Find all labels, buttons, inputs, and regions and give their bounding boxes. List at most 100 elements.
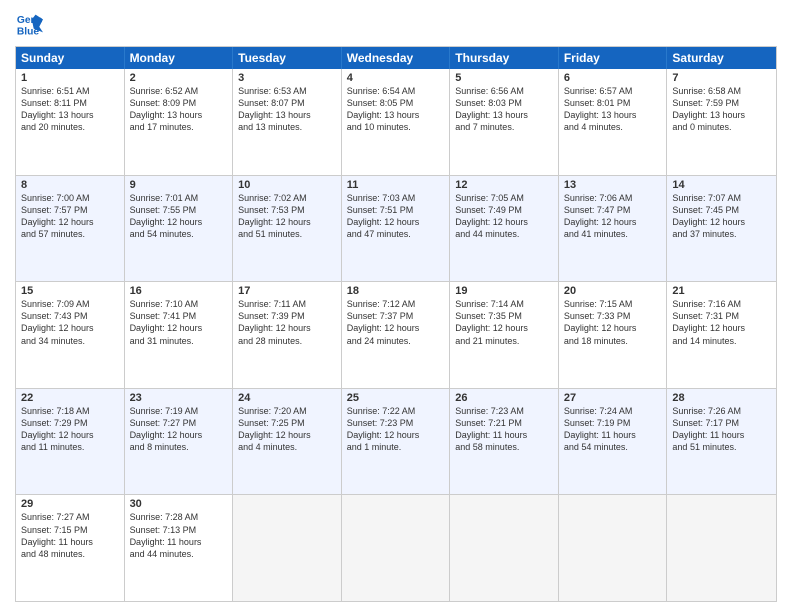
day-number: 19 [455,285,553,297]
cell-line: and 41 minutes. [564,228,662,240]
cell-line: Daylight: 11 hours [455,429,553,441]
cell-line: Sunset: 7:59 PM [672,97,771,109]
day-number: 1 [21,72,119,84]
calendar-cell: 5Sunrise: 6:56 AMSunset: 8:03 PMDaylight… [450,69,559,175]
day-number: 23 [130,392,228,404]
cell-line: Sunrise: 7:27 AM [21,511,119,523]
cell-line: Sunset: 7:41 PM [130,310,228,322]
calendar-cell: 8Sunrise: 7:00 AMSunset: 7:57 PMDaylight… [16,176,125,282]
cell-line: Daylight: 12 hours [564,216,662,228]
cell-line: and 20 minutes. [21,121,119,133]
calendar-cell: 3Sunrise: 6:53 AMSunset: 8:07 PMDaylight… [233,69,342,175]
day-number: 27 [564,392,662,404]
cell-line: Sunset: 7:55 PM [130,204,228,216]
cell-line: and 10 minutes. [347,121,445,133]
cell-line: Daylight: 12 hours [455,216,553,228]
cell-line: Sunrise: 7:18 AM [21,405,119,417]
day-number: 25 [347,392,445,404]
calendar-cell: 11Sunrise: 7:03 AMSunset: 7:51 PMDayligh… [342,176,451,282]
cell-line: Daylight: 12 hours [130,216,228,228]
cell-line: Daylight: 11 hours [672,429,771,441]
cell-line: and 57 minutes. [21,228,119,240]
calendar-cell: 19Sunrise: 7:14 AMSunset: 7:35 PMDayligh… [450,282,559,388]
cell-line: Daylight: 11 hours [21,536,119,548]
cell-line: and 58 minutes. [455,441,553,453]
cell-line: Sunrise: 7:01 AM [130,192,228,204]
cell-line: Sunset: 7:21 PM [455,417,553,429]
cell-line: Daylight: 12 hours [130,429,228,441]
calendar-header: SundayMondayTuesdayWednesdayThursdayFrid… [16,47,776,69]
cell-line: Sunset: 7:37 PM [347,310,445,322]
cell-line: Sunset: 7:45 PM [672,204,771,216]
day-number: 21 [672,285,771,297]
calendar-cell: 9Sunrise: 7:01 AMSunset: 7:55 PMDaylight… [125,176,234,282]
cell-line: and 11 minutes. [21,441,119,453]
cell-line: Sunset: 8:03 PM [455,97,553,109]
calendar-cell: 4Sunrise: 6:54 AMSunset: 8:05 PMDaylight… [342,69,451,175]
day-number: 14 [672,179,771,191]
cell-line: Sunset: 7:53 PM [238,204,336,216]
calendar-row: 22Sunrise: 7:18 AMSunset: 7:29 PMDayligh… [16,389,776,496]
cell-line: Daylight: 12 hours [21,322,119,334]
calendar-cell [559,495,668,601]
cell-line: and 4 minutes. [238,441,336,453]
cell-line: Sunrise: 6:54 AM [347,85,445,97]
day-number: 6 [564,72,662,84]
cell-line: and 51 minutes. [672,441,771,453]
cell-line: Sunset: 7:47 PM [564,204,662,216]
day-number: 4 [347,72,445,84]
calendar-cell: 2Sunrise: 6:52 AMSunset: 8:09 PMDaylight… [125,69,234,175]
cell-line: Sunset: 8:11 PM [21,97,119,109]
cell-line: and 44 minutes. [130,548,228,560]
calendar-cell: 13Sunrise: 7:06 AMSunset: 7:47 PMDayligh… [559,176,668,282]
calendar-row: 29Sunrise: 7:27 AMSunset: 7:15 PMDayligh… [16,495,776,601]
calendar-cell [342,495,451,601]
cell-line: Sunset: 7:17 PM [672,417,771,429]
cell-line: Daylight: 13 hours [130,109,228,121]
cell-line: Sunrise: 7:15 AM [564,298,662,310]
calendar-cell [667,495,776,601]
day-number: 2 [130,72,228,84]
cell-line: Sunrise: 7:07 AM [672,192,771,204]
cell-line: Sunrise: 7:23 AM [455,405,553,417]
calendar-cell: 23Sunrise: 7:19 AMSunset: 7:27 PMDayligh… [125,389,234,495]
day-number: 10 [238,179,336,191]
cell-line: and 54 minutes. [564,441,662,453]
calendar-cell: 26Sunrise: 7:23 AMSunset: 7:21 PMDayligh… [450,389,559,495]
cell-line: Sunset: 7:29 PM [21,417,119,429]
cell-line: Daylight: 12 hours [238,216,336,228]
cell-line: Daylight: 12 hours [21,216,119,228]
header: General Blue [15,10,777,38]
cell-line: Daylight: 12 hours [347,429,445,441]
calendar-cell: 20Sunrise: 7:15 AMSunset: 7:33 PMDayligh… [559,282,668,388]
cell-line: Sunset: 8:07 PM [238,97,336,109]
cell-line: Sunset: 7:19 PM [564,417,662,429]
cell-line: Sunrise: 7:19 AM [130,405,228,417]
cell-line: Sunset: 7:25 PM [238,417,336,429]
cell-line: Daylight: 12 hours [347,322,445,334]
cell-line: Sunrise: 7:00 AM [21,192,119,204]
cell-line: Sunset: 7:39 PM [238,310,336,322]
weekday-header: Saturday [667,47,776,69]
cell-line: Sunset: 7:33 PM [564,310,662,322]
calendar-cell: 29Sunrise: 7:27 AMSunset: 7:15 PMDayligh… [16,495,125,601]
cell-line: Sunrise: 6:58 AM [672,85,771,97]
cell-line: Sunset: 8:09 PM [130,97,228,109]
calendar-cell: 10Sunrise: 7:02 AMSunset: 7:53 PMDayligh… [233,176,342,282]
weekday-header: Monday [125,47,234,69]
cell-line: Sunrise: 7:12 AM [347,298,445,310]
calendar: SundayMondayTuesdayWednesdayThursdayFrid… [15,46,777,602]
cell-line: Sunrise: 6:52 AM [130,85,228,97]
cell-line: Sunrise: 7:24 AM [564,405,662,417]
cell-line: Sunrise: 7:26 AM [672,405,771,417]
cell-line: Sunrise: 6:56 AM [455,85,553,97]
calendar-cell: 25Sunrise: 7:22 AMSunset: 7:23 PMDayligh… [342,389,451,495]
cell-line: Sunset: 8:05 PM [347,97,445,109]
calendar-cell: 1Sunrise: 6:51 AMSunset: 8:11 PMDaylight… [16,69,125,175]
cell-line: Daylight: 12 hours [564,322,662,334]
calendar-cell: 6Sunrise: 6:57 AMSunset: 8:01 PMDaylight… [559,69,668,175]
cell-line: Sunrise: 6:57 AM [564,85,662,97]
calendar-cell [450,495,559,601]
cell-line: and 37 minutes. [672,228,771,240]
cell-line: Daylight: 13 hours [21,109,119,121]
